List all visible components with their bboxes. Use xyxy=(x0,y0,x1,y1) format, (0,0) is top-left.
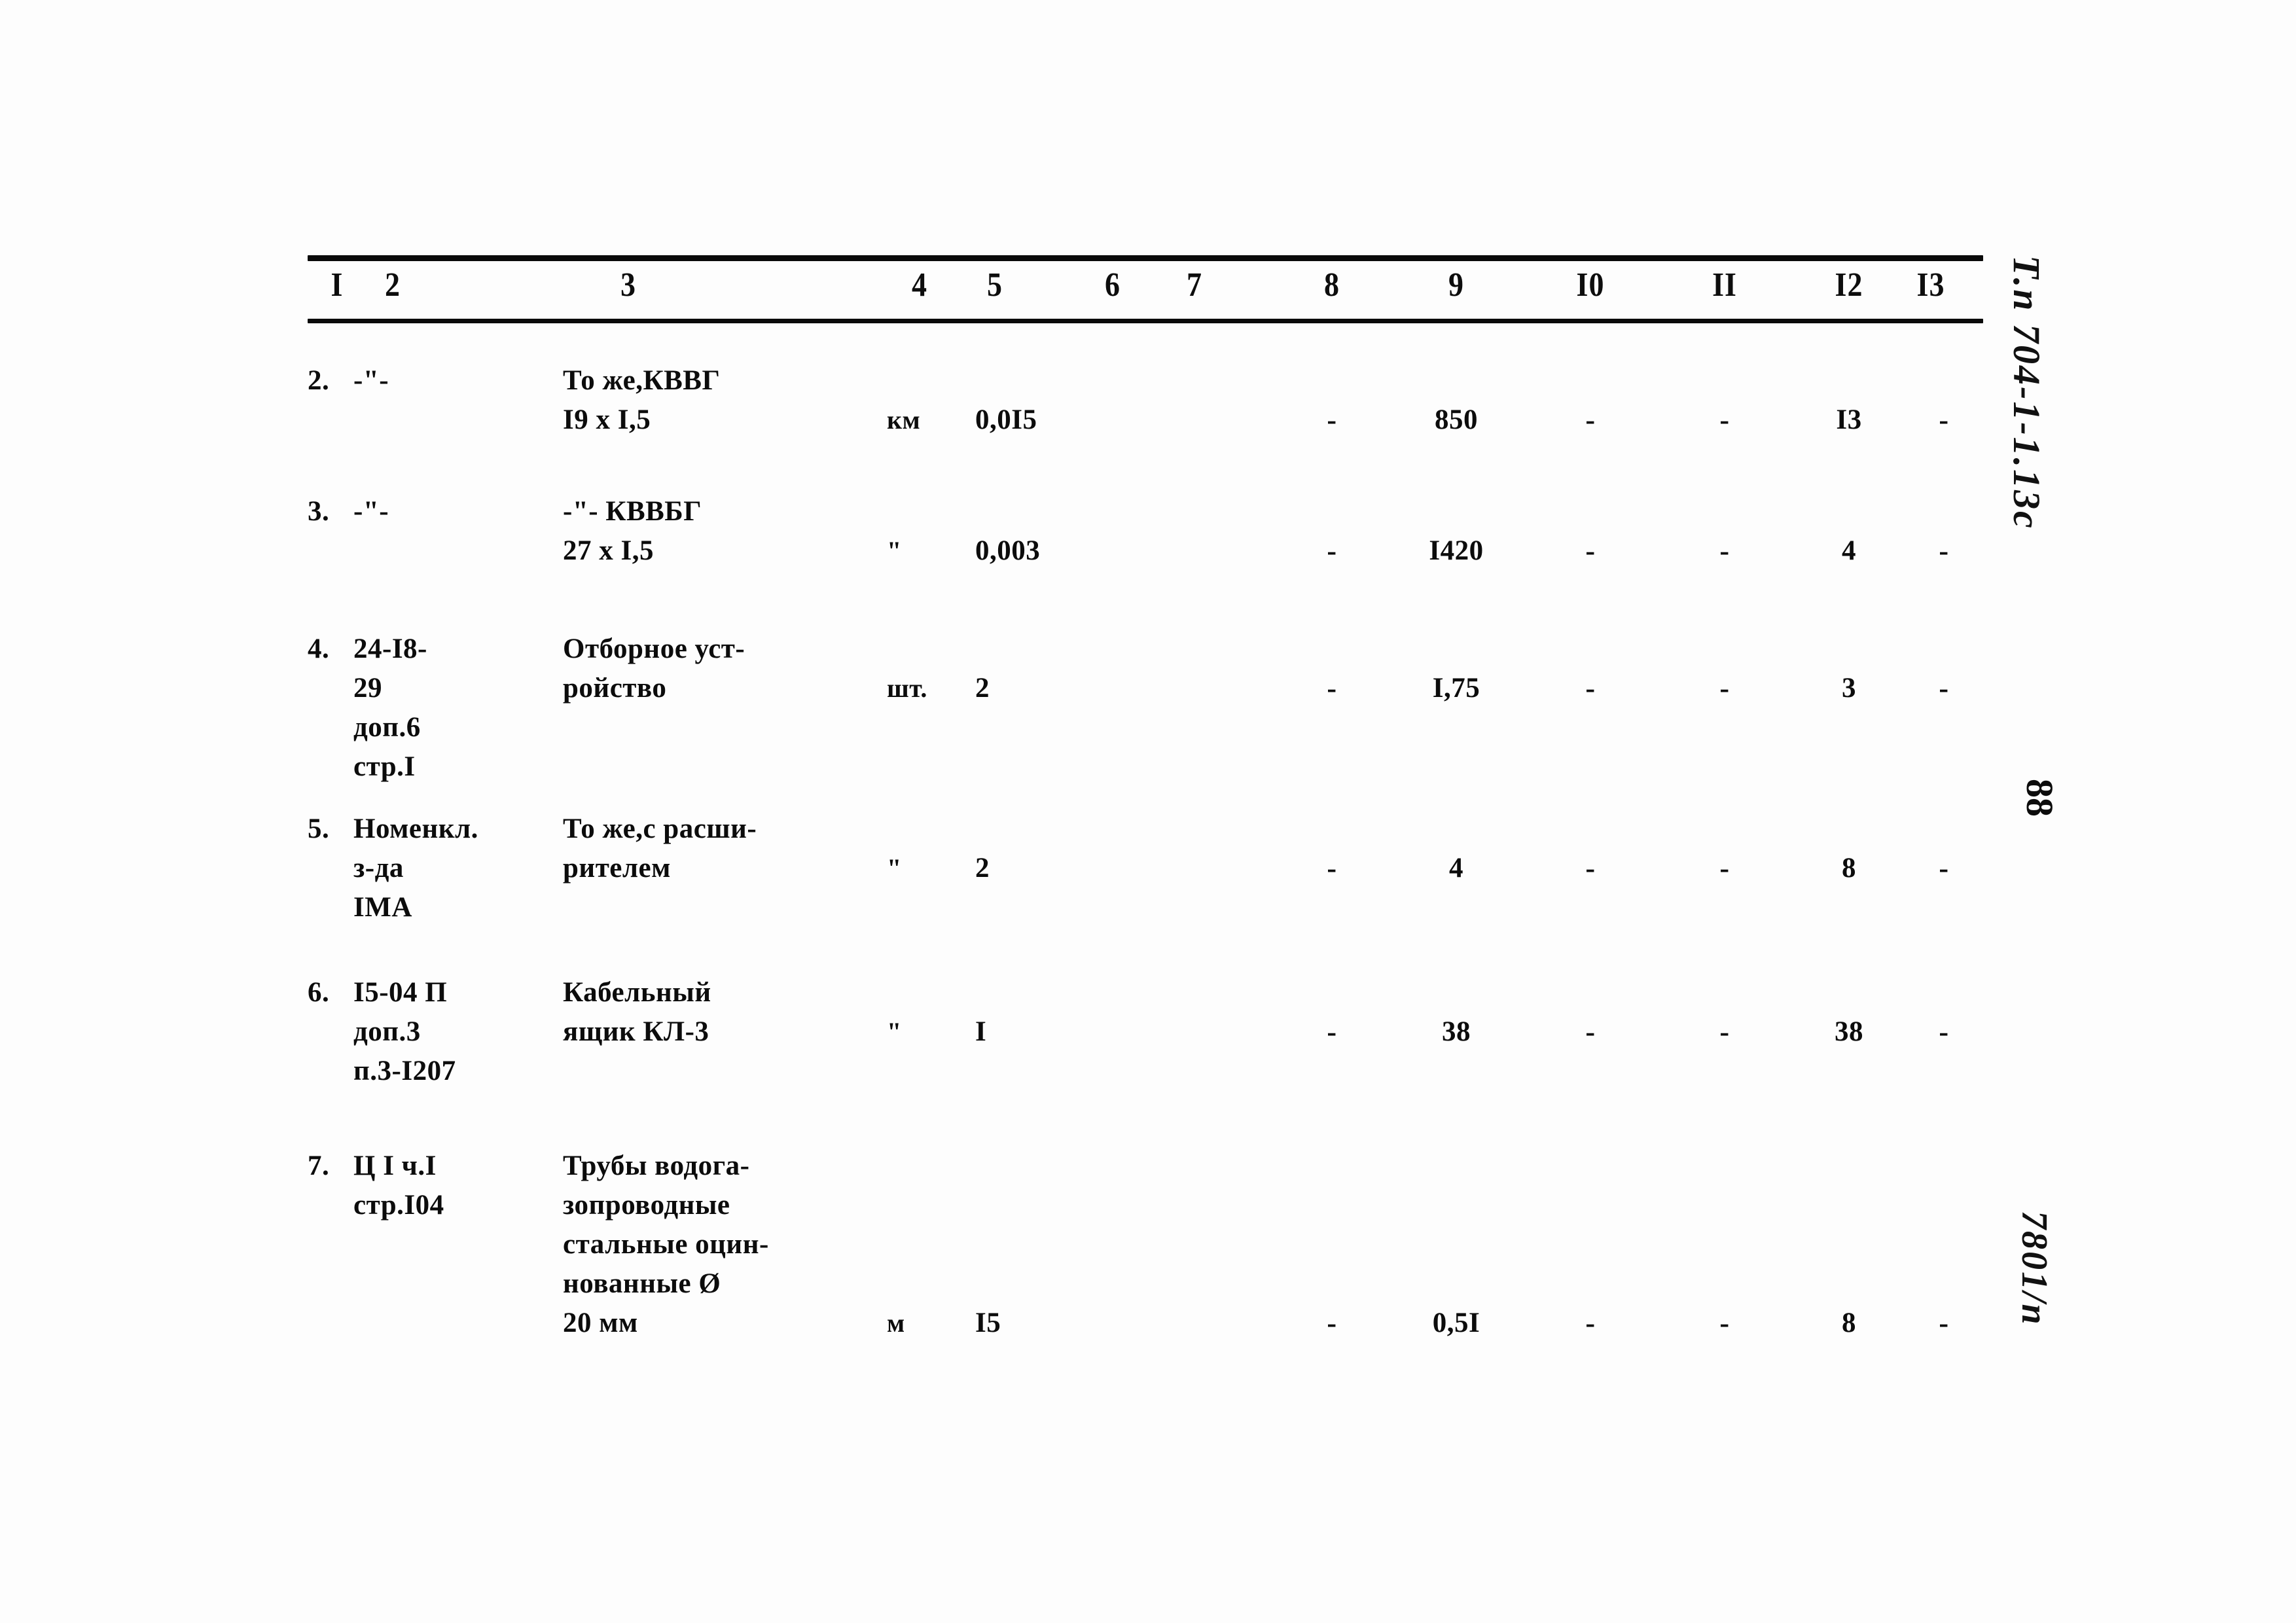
table-header-row: I 2 3 4 5 6 7 8 9 I0 II I2 I3 xyxy=(308,261,1983,319)
row-col9: 850 xyxy=(1435,404,1478,435)
row-col11: - xyxy=(1719,1307,1730,1339)
row-col13: - xyxy=(1939,404,1949,436)
row-col11: - xyxy=(1719,1016,1730,1048)
row-col9: 38 xyxy=(1442,1016,1471,1047)
row-col8: - xyxy=(1327,1307,1337,1339)
column-header-10: I0 xyxy=(1576,266,1605,304)
row-col12: I3 xyxy=(1836,404,1862,435)
row-col13: - xyxy=(1939,672,1949,704)
row-col8: - xyxy=(1327,404,1337,436)
row-item-name: То же,с расши- рителем xyxy=(563,813,757,883)
row-col12: 4 xyxy=(1842,535,1856,566)
row-col11: - xyxy=(1719,404,1730,436)
row-quantity: I xyxy=(975,1016,987,1047)
row-unit: км xyxy=(887,405,921,435)
table-top-rule xyxy=(308,255,1983,261)
page-number: 88 xyxy=(2018,779,2061,817)
page-sheet: I 2 3 4 5 6 7 8 9 I0 II I2 I3 2. -"- То … xyxy=(0,0,2296,1623)
row-col10: - xyxy=(1585,535,1596,567)
column-header-11: II xyxy=(1712,266,1737,304)
row-col12: 8 xyxy=(1842,1308,1856,1338)
row-quantity: 2 xyxy=(975,673,990,704)
row-col13: - xyxy=(1939,1307,1949,1339)
column-header-6: 6 xyxy=(1105,266,1121,304)
row-unit: " xyxy=(887,1017,902,1046)
row-col12: 8 xyxy=(1842,853,1856,883)
row-source-code: Ц I ч.I стр.I04 xyxy=(353,1150,444,1221)
row-col13: - xyxy=(1939,852,1949,884)
table-row: 2. -"- То же,КВВГ I9 x I,5 км 0,0I5 - 85… xyxy=(308,361,1983,492)
row-source-code: -"- xyxy=(353,496,389,527)
table-row: 6. I5-04 П доп.3 п.3-I207 Кабельный ящик… xyxy=(308,973,1983,1147)
margin-note-archive-code: 7801/п xyxy=(2014,1211,2054,1327)
row-item-name: То же,КВВГ I9 x I,5 xyxy=(563,365,721,435)
table-row: 3. -"- -"- КВВБГ 27 x I,5 " 0,003 - I420… xyxy=(308,492,1983,630)
row-unit: " xyxy=(887,536,902,565)
row-col9: 0,5I xyxy=(1432,1308,1480,1338)
row-col11: - xyxy=(1719,852,1730,884)
row-col9: I,75 xyxy=(1432,673,1480,704)
table-body: 2. -"- То же,КВВГ I9 x I,5 км 0,0I5 - 85… xyxy=(308,361,1983,1363)
row-unit: шт. xyxy=(887,673,927,703)
row-col11: - xyxy=(1719,535,1730,567)
row-source-code: Номенкл. з-да IМА xyxy=(353,813,478,923)
row-item-name: Кабельный ящик КЛ-3 xyxy=(563,977,711,1047)
row-col10: - xyxy=(1585,672,1596,704)
row-source-code: I5-04 П доп.3 п.3-I207 xyxy=(353,977,456,1086)
row-source-code: 24-I8- 29 доп.6 стр.I xyxy=(353,633,427,782)
column-header-4: 4 xyxy=(912,266,927,304)
row-col8: - xyxy=(1327,672,1337,704)
row-col10: - xyxy=(1585,852,1596,884)
margin-note-project-code: Т.п 704-1-1.13с xyxy=(2005,255,2048,530)
row-col10: - xyxy=(1585,1307,1596,1339)
row-source-code: -"- xyxy=(353,365,389,396)
row-col8: - xyxy=(1327,535,1337,567)
row-col10: - xyxy=(1585,404,1596,436)
column-header-9: 9 xyxy=(1448,266,1464,304)
row-quantity: I5 xyxy=(975,1308,1001,1338)
column-header-3: 3 xyxy=(620,266,636,304)
column-header-5: 5 xyxy=(987,266,1003,304)
row-col13: - xyxy=(1939,1016,1949,1048)
row-col8: - xyxy=(1327,852,1337,884)
column-header-2: 2 xyxy=(385,266,401,304)
row-col9: I420 xyxy=(1429,535,1484,566)
table-row: 7. Ц I ч.I стр.I04 Трубы водога- зопрово… xyxy=(308,1147,1983,1363)
row-col8: - xyxy=(1327,1016,1337,1048)
row-col13: - xyxy=(1939,535,1949,567)
row-col11: - xyxy=(1719,672,1730,704)
row-col9: 4 xyxy=(1449,853,1463,883)
row-col12: 3 xyxy=(1842,673,1856,704)
row-quantity: 0,003 xyxy=(975,535,1041,566)
row-item-name: Трубы водога- зопроводные стальные оцин-… xyxy=(563,1150,769,1338)
row-col12: 38 xyxy=(1835,1016,1863,1047)
row-quantity: 0,0I5 xyxy=(975,404,1037,435)
row-col10: - xyxy=(1585,1016,1596,1048)
row-item-name: -"- КВВБГ 27 x I,5 xyxy=(563,496,702,566)
column-header-8: 8 xyxy=(1324,266,1340,304)
table-row: 5. Номенкл. з-да IМА То же,с расши- рите… xyxy=(308,810,1983,973)
column-header-7: 7 xyxy=(1187,266,1202,304)
row-unit: м xyxy=(887,1308,905,1338)
row-unit: " xyxy=(887,853,902,883)
specification-table: I 2 3 4 5 6 7 8 9 I0 II I2 I3 2. -"- То … xyxy=(308,255,1983,1363)
row-item-name: Отборное уст- ройство xyxy=(563,633,745,704)
column-header-13: I3 xyxy=(1916,266,1945,304)
table-header-rule xyxy=(308,319,1983,323)
table-row: 4. 24-I8- 29 доп.6 стр.I Отборное уст- р… xyxy=(308,630,1983,810)
row-quantity: 2 xyxy=(975,853,990,883)
